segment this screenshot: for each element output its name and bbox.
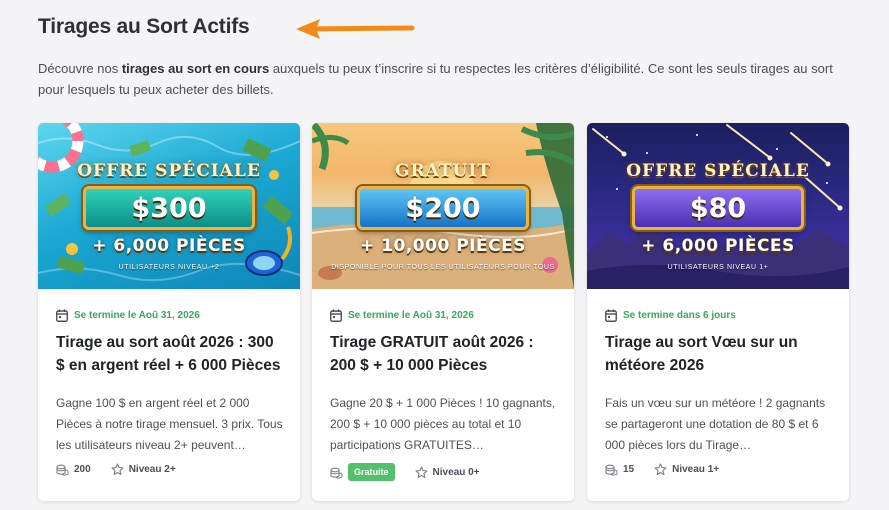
banner-amount: $80: [689, 192, 747, 224]
ticket-cost: 15: [623, 464, 635, 475]
sweepstake-banner[interactable]: GRATUIT $200 + 10,000 PIÈCES DISPONIBLE …: [312, 123, 574, 289]
card-meta: 15 Niveau 1+: [605, 463, 719, 476]
banner-coins: + 6,000 PIÈCES: [92, 236, 246, 256]
banner-headline: OFFRE SPÉCIALE: [77, 161, 261, 181]
end-date-row: Se termine le Aoû 31, 2026: [330, 309, 474, 322]
calendar-icon: [330, 309, 342, 322]
free-badge: Gratuite: [348, 463, 395, 481]
banner-amount-box: $300: [83, 186, 255, 230]
banner-amount-box: $200: [357, 186, 529, 230]
banner-subtitle: UTILISATEURS NIVEAU +2: [118, 264, 220, 271]
calendar-icon: [605, 309, 617, 322]
star-icon: [654, 463, 667, 476]
end-date-text: Se termine le Aoû 31, 2026: [74, 310, 200, 321]
card-description: Gagne 100 $ en argent réel et 2 000 Pièc…: [56, 396, 283, 452]
sweepstake-card[interactable]: OFFRE SPÉCIALE $300 + 6,000 PIÈCES UTILI…: [38, 123, 300, 501]
intro-highlight: tirages au sort en cours: [121, 61, 270, 76]
pointer-arrow-icon: [296, 19, 415, 39]
level-requirement: Niveau 1+: [672, 464, 720, 475]
coins-icon: [330, 467, 343, 479]
banner-headline: GRATUIT: [395, 161, 491, 181]
banner-coins: + 10,000 PIÈCES: [360, 236, 526, 256]
banner-amount-box: $80: [632, 186, 804, 230]
page-title: Tirages au Sort Actifs: [38, 15, 250, 38]
end-date-row: Se termine dans 6 jours: [605, 309, 736, 322]
ticket-cost: 200: [74, 464, 91, 475]
banner-subtitle: UTILISATEURS NIVEAU 1+: [667, 264, 769, 271]
card-description: Fais un vœu sur un météore ! 2 gagnants …: [605, 396, 826, 452]
banner-subtitle: DISPONIBLE POUR TOUS LES UTILISATEURS PO…: [331, 264, 555, 271]
sweepstake-card[interactable]: OFFRE SPÉCIALE $80 + 6,000 PIÈCES UTILIS…: [587, 123, 849, 501]
end-date-text: Se termine dans 6 jours: [623, 310, 736, 321]
sweepstake-banner[interactable]: OFFRE SPÉCIALE $300 + 6,000 PIÈCES UTILI…: [38, 123, 300, 289]
star-icon: [414, 465, 428, 478]
end-date-text: Se termine le Aoû 31, 2026: [348, 310, 474, 321]
section-header: Tirages au Sort Actifs: [38, 14, 858, 44]
banner-amount: $300: [131, 192, 207, 224]
banner-amount: $200: [405, 192, 481, 224]
card-meta: 200 Niveau 2+: [56, 463, 176, 476]
coins-icon: [605, 464, 618, 476]
card-meta: Gratuite Niveau 0+: [330, 463, 480, 481]
section-intro: Découvre nos tirages au sort en cours au…: [38, 61, 833, 97]
level-requirement: Niveau 0+: [432, 466, 480, 478]
level-requirement: Niveau 2+: [128, 464, 176, 475]
banner-headline: OFFRE SPÉCIALE: [626, 161, 810, 181]
star-icon: [111, 463, 124, 476]
sweepstake-banner[interactable]: OFFRE SPÉCIALE $80 + 6,000 PIÈCES UTILIS…: [587, 123, 849, 289]
banner-coins: + 6,000 PIÈCES: [641, 236, 795, 256]
card-description: Gagne 20 $ + 1 000 Pièces ! 10 gagnants,…: [330, 396, 556, 452]
calendar-icon: [56, 309, 68, 322]
coins-icon: [56, 464, 69, 476]
sweepstake-card[interactable]: GRATUIT $200 + 10,000 PIÈCES DISPONIBLE …: [312, 123, 574, 501]
end-date-row: Se termine le Aoû 31, 2026: [56, 309, 200, 322]
card-title[interactable]: Tirage au sort août 2026 : 300 $ en arge…: [56, 331, 286, 377]
card-title[interactable]: Tirage au sort Vœu sur un météore 2026: [605, 331, 835, 377]
card-title[interactable]: Tirage GRATUIT août 2026 : 200 $ + 10 00…: [330, 331, 560, 377]
